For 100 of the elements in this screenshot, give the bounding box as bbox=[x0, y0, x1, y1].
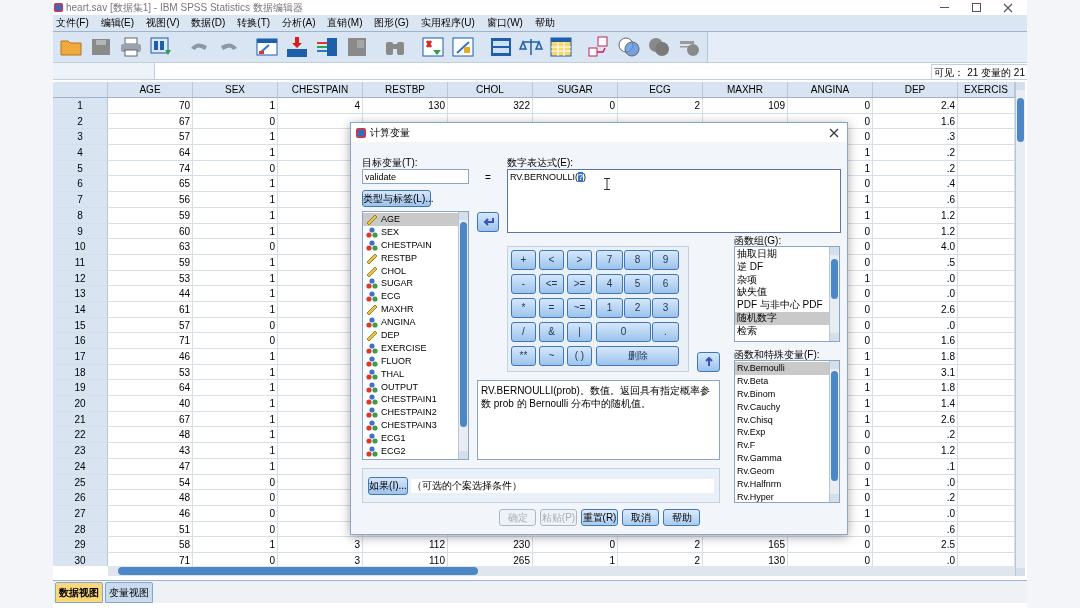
keypad-key[interactable]: / bbox=[511, 322, 536, 342]
cell-reference-field[interactable] bbox=[53, 63, 155, 79]
balance-scale-icon[interactable] bbox=[519, 36, 543, 58]
keypad-key[interactable]: * bbox=[511, 298, 536, 318]
variable-item[interactable]: ECG2 bbox=[363, 445, 458, 458]
menu-item[interactable]: 文件(F) bbox=[56, 18, 89, 28]
variable-item[interactable]: CHESTPAIN3 bbox=[363, 419, 458, 433]
keypad-key[interactable]: ( ) bbox=[567, 346, 592, 366]
menu-item[interactable]: 帮助 bbox=[534, 18, 555, 28]
keypad-key[interactable]: 2 bbox=[624, 298, 651, 318]
column-header[interactable]: DEP bbox=[873, 82, 958, 97]
scrollbar[interactable] bbox=[1015, 82, 1025, 576]
keypad-key[interactable]: & bbox=[539, 322, 564, 342]
row-header[interactable]: 3 bbox=[53, 129, 108, 145]
row-header[interactable]: 7 bbox=[53, 192, 108, 207]
keypad-key[interactable]: 1 bbox=[596, 298, 623, 318]
row-header[interactable]: 13 bbox=[53, 286, 108, 301]
keypad-key[interactable]: 删除 bbox=[596, 346, 679, 366]
row-header[interactable]: 23 bbox=[53, 443, 108, 458]
variable-item[interactable]: OUTPUT bbox=[363, 380, 458, 394]
view-tab[interactable]: 变量视图 bbox=[105, 582, 153, 603]
function-group-item[interactable]: 随机数字 bbox=[735, 312, 829, 325]
variable-item[interactable]: CHOL bbox=[363, 264, 458, 278]
keypad-key[interactable]: 9 bbox=[652, 250, 679, 270]
keypad-key[interactable]: 3 bbox=[652, 298, 679, 318]
variable-item[interactable]: ECG bbox=[363, 290, 458, 304]
row-header[interactable]: 22 bbox=[53, 427, 108, 443]
dialog-button[interactable]: 帮助 bbox=[663, 509, 700, 526]
move-arrow-button[interactable] bbox=[477, 212, 499, 232]
menu-item[interactable]: 窗口(W) bbox=[486, 18, 523, 28]
column-header[interactable]: AGE bbox=[108, 82, 193, 97]
menu-item[interactable]: 编辑(E) bbox=[100, 18, 135, 28]
value-labels-icon[interactable] bbox=[587, 36, 611, 58]
restore-button[interactable] bbox=[972, 3, 981, 12]
row-header[interactable]: 29 bbox=[53, 537, 108, 552]
variable-item[interactable]: FLUOR bbox=[363, 354, 458, 368]
keypad-key[interactable]: 8 bbox=[624, 250, 651, 270]
overlapping-circles-icon[interactable] bbox=[617, 36, 641, 58]
keypad-key[interactable]: 4 bbox=[596, 274, 623, 294]
row-header[interactable]: 1 bbox=[53, 98, 108, 113]
variable-item[interactable]: MAXHR bbox=[363, 303, 458, 317]
table-down-arrow-icon[interactable] bbox=[285, 36, 309, 58]
insert-cases-icon[interactable] bbox=[421, 36, 445, 58]
row-header[interactable]: 20 bbox=[53, 396, 108, 411]
if-button[interactable]: 如果(I)... bbox=[368, 476, 408, 495]
menu-item[interactable]: 实用程序(U) bbox=[420, 18, 475, 28]
keypad-key[interactable]: <= bbox=[539, 274, 564, 294]
menu-item[interactable]: 分析(A) bbox=[282, 18, 316, 28]
column-header[interactable]: MAXHR bbox=[703, 82, 788, 97]
keypad-key[interactable]: ~ bbox=[539, 346, 564, 366]
keypad-key[interactable]: > bbox=[567, 250, 592, 270]
column-header[interactable]: CHESTPAIN bbox=[278, 82, 363, 97]
column-header[interactable]: RESTBP bbox=[363, 82, 448, 97]
menu-item[interactable]: 图形(G) bbox=[374, 18, 409, 28]
row-header[interactable]: 19 bbox=[53, 380, 108, 396]
keypad-key[interactable]: 7 bbox=[596, 250, 623, 270]
save-icon[interactable] bbox=[89, 36, 113, 58]
variable-item[interactable]: ANGINA bbox=[363, 316, 458, 329]
keypad-key[interactable]: - bbox=[511, 274, 536, 294]
up-arrow-button[interactable] bbox=[697, 352, 720, 372]
variable-item[interactable]: AGE bbox=[363, 213, 458, 226]
dialog-button[interactable]: 重置(R) bbox=[581, 509, 618, 526]
keypad-key[interactable]: 6 bbox=[652, 274, 679, 294]
target-variable-field[interactable]: validate bbox=[362, 169, 469, 184]
row-header[interactable]: 10 bbox=[53, 239, 108, 254]
scrollbar[interactable] bbox=[458, 212, 468, 459]
column-header[interactable]: CHOL bbox=[448, 82, 533, 97]
keypad-key[interactable]: + bbox=[511, 250, 536, 270]
scrollbar[interactable] bbox=[829, 361, 839, 502]
insert-variable-icon[interactable] bbox=[451, 36, 475, 58]
variable-item[interactable]: CHESTPAIN2 bbox=[363, 406, 458, 420]
keypad-key[interactable]: | bbox=[567, 322, 592, 342]
close-button[interactable] bbox=[829, 127, 839, 138]
keypad-key[interactable]: 0 bbox=[596, 322, 651, 342]
keypad-key[interactable]: . bbox=[652, 322, 679, 342]
column-header[interactable]: SUGAR bbox=[533, 82, 618, 97]
variable-item[interactable]: SUGAR bbox=[363, 277, 458, 291]
horizontal-scrollbar[interactable] bbox=[108, 566, 1015, 576]
function-item[interactable]: Rv.Bernoulli bbox=[735, 362, 829, 375]
keypad-key[interactable]: >= bbox=[567, 274, 592, 294]
menu-item[interactable]: 数据(D) bbox=[191, 18, 226, 28]
variable-item[interactable]: EXERCISE bbox=[363, 341, 458, 355]
column-header[interactable]: ECG bbox=[618, 82, 703, 97]
view-tab[interactable]: 数据视图 bbox=[55, 582, 103, 603]
menu-item[interactable]: 直销(M) bbox=[327, 18, 363, 28]
column-header[interactable]: ANGINA bbox=[788, 82, 873, 97]
variable-item[interactable]: DEP bbox=[363, 329, 458, 342]
variable-item[interactable]: RESTBP bbox=[363, 251, 458, 265]
scrollbar[interactable] bbox=[829, 247, 839, 341]
row-header[interactable]: 26 bbox=[53, 490, 108, 505]
variable-item[interactable]: ECG1 bbox=[363, 432, 458, 446]
variable-item[interactable]: SEX bbox=[363, 225, 458, 239]
column-header[interactable]: EXERCIS bbox=[958, 82, 1015, 97]
circles-icon[interactable] bbox=[647, 36, 671, 58]
document-icon[interactable] bbox=[345, 36, 369, 58]
keypad-key[interactable]: ~= bbox=[567, 298, 592, 318]
column-header[interactable]: SEX bbox=[193, 82, 278, 97]
type-and-label-button[interactable]: 类型与标签(L)... bbox=[362, 190, 431, 207]
variable-item[interactable]: THAL bbox=[363, 367, 458, 381]
close-button[interactable] bbox=[1003, 2, 1013, 13]
